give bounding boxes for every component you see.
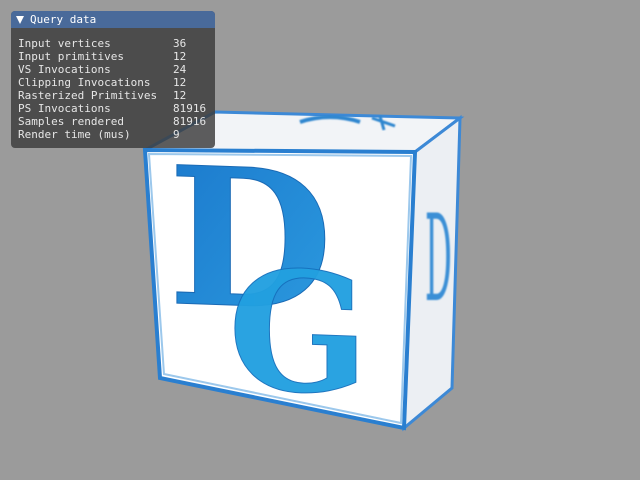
stat-row-input-vertices: Input vertices 36 xyxy=(18,37,215,50)
stat-label: Input vertices xyxy=(18,37,111,50)
stat-label: Rasterized Primitives xyxy=(18,89,158,102)
stat-value: 24 xyxy=(173,63,187,76)
stat-row-ps-invocations: PS Invocations 81916 xyxy=(18,102,215,115)
panel-title: Query data xyxy=(30,13,97,26)
right-face-logo: D xyxy=(425,188,452,328)
svg-text:D: D xyxy=(425,188,452,328)
query-data-panel: Query data Input vertices 36 Input primi… xyxy=(11,11,215,148)
stat-value: 36 xyxy=(173,37,187,50)
stat-label: Render time (mus) xyxy=(18,128,131,141)
stat-value: 12 xyxy=(173,76,187,89)
stat-value: 81916 xyxy=(173,115,207,128)
stat-row-render-time: Render time (mus) 9 xyxy=(18,128,215,141)
stats-list: Input vertices 36 Input primitives 12 VS… xyxy=(11,28,215,141)
stat-label: Input primitives xyxy=(18,50,124,63)
collapse-triangle-icon[interactable] xyxy=(16,15,24,24)
stat-value: 81916 xyxy=(173,102,207,115)
stat-row-clipping-invocations: Clipping Invocations 12 xyxy=(18,76,215,89)
panel-title-bar[interactable]: Query data xyxy=(11,11,215,28)
stat-value: 12 xyxy=(173,50,187,63)
stat-label: Samples rendered xyxy=(18,115,124,128)
stat-label: Clipping Invocations xyxy=(18,76,151,89)
stat-row-rasterized-primitives: Rasterized Primitives 12 xyxy=(18,89,215,102)
stat-value: 9 xyxy=(173,128,180,141)
stat-row-samples-rendered: Samples rendered 81916 xyxy=(18,115,215,128)
stat-value: 12 xyxy=(173,89,187,102)
stat-label: VS Invocations xyxy=(18,63,111,76)
stat-row-vs-invocations: VS Invocations 24 xyxy=(18,63,215,76)
logo-letter-g: G xyxy=(228,233,369,432)
stat-row-input-primitives: Input primitives 12 xyxy=(18,50,215,63)
stat-label: PS Invocations xyxy=(18,102,111,115)
